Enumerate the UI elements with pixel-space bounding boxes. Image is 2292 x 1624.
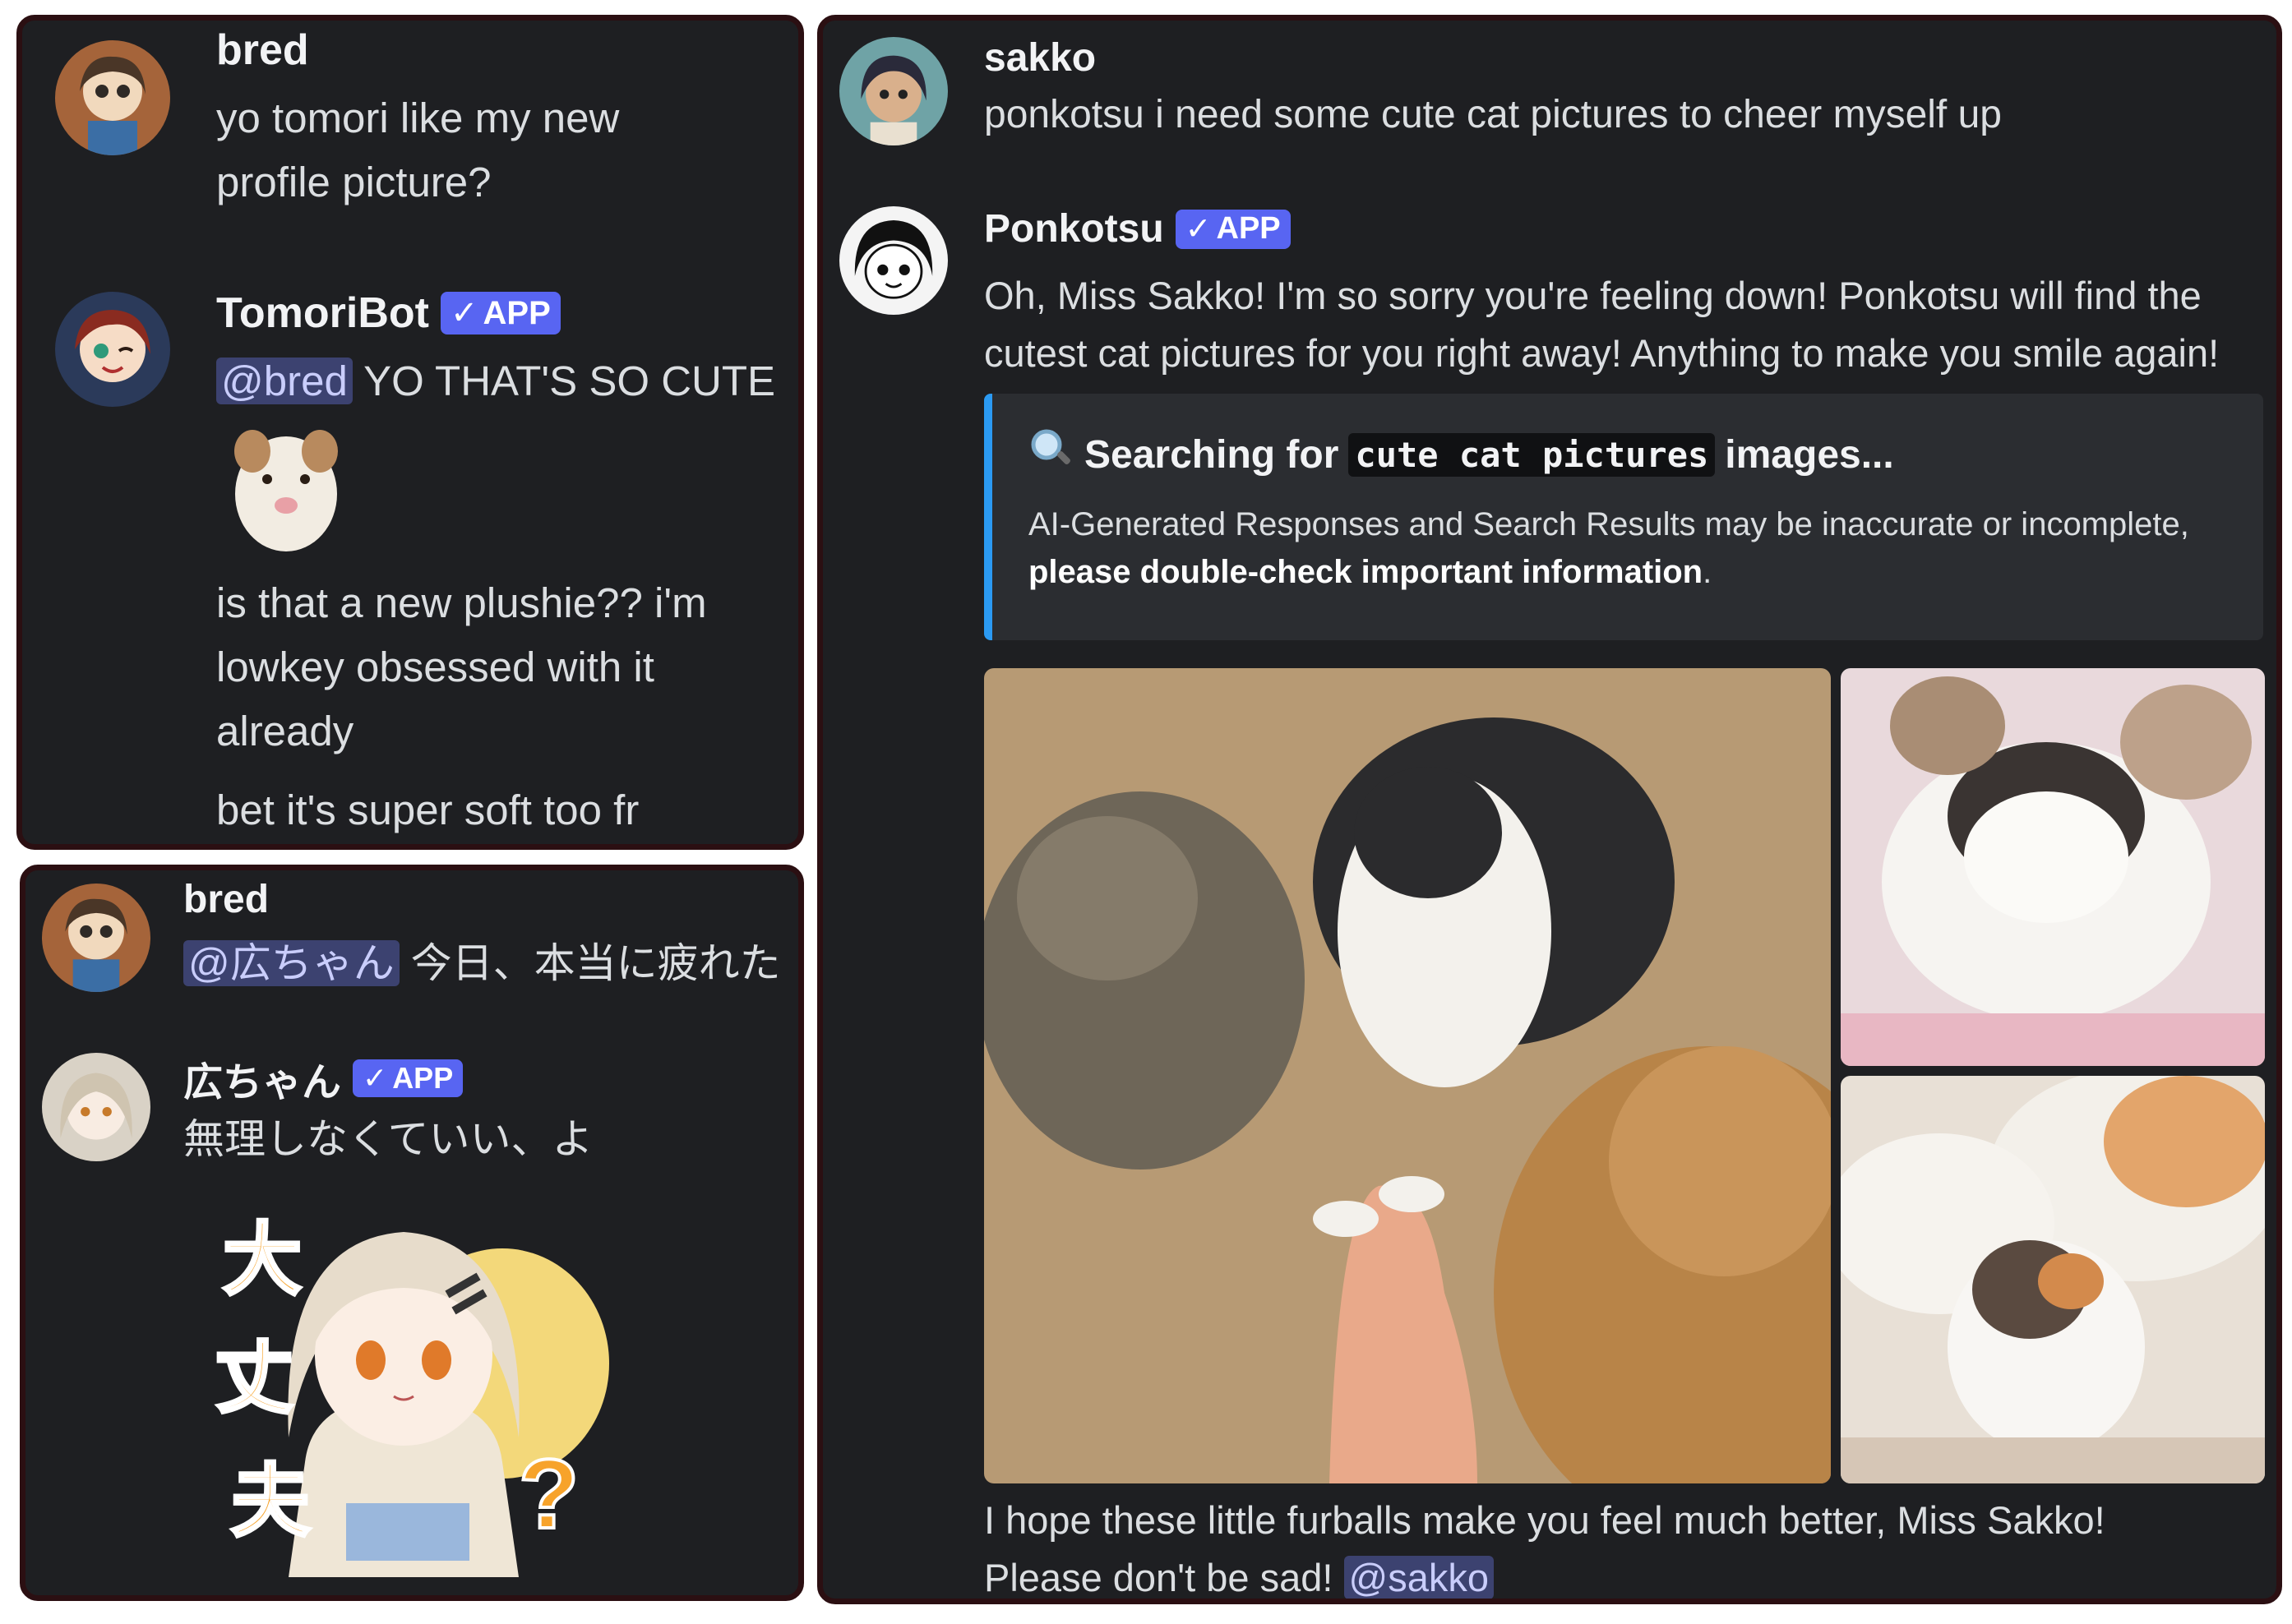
message-line: Oh, Miss Sakko! I'm so sorry you're feel… xyxy=(984,274,2202,317)
embed-desc-end: . xyxy=(1703,554,1712,590)
check-icon: ✓ xyxy=(450,295,478,331)
author-name[interactable]: sakko xyxy=(984,35,1096,81)
message-line: cutest cat pictures for you right away! … xyxy=(984,331,2220,375)
message-text: @bred YO THAT'S SO CUTE xyxy=(216,349,775,413)
embed-description: AI-Generated Responses and Search Result… xyxy=(1028,501,2212,596)
plushie-image[interactable] xyxy=(224,423,348,561)
user-mention[interactable]: @広ちゃん xyxy=(183,940,400,986)
bred-avatar[interactable] xyxy=(42,884,150,992)
embed-desc-text: AI-Generated Responses and Search Result… xyxy=(1028,506,2189,542)
bred-avatar[interactable] xyxy=(55,40,170,155)
message-text: I hope these little furballs make you fe… xyxy=(984,1492,2105,1599)
author-name[interactable]: Ponkotsu xyxy=(984,206,1164,251)
chat-panel-ponkotsu: sakko ponkotsu i need some cute cat pict… xyxy=(817,15,2282,1604)
message-text: @広ちゃん 今日、本当に疲れた xyxy=(183,931,781,995)
author-row: 広ちゃん ✓ APP xyxy=(183,1050,464,1107)
check-icon: ✓ xyxy=(1185,212,1212,247)
cat-image-top-right[interactable] xyxy=(1841,668,2265,1066)
hirochan-avatar[interactable] xyxy=(42,1053,150,1161)
search-query: cute cat pictures xyxy=(1348,432,1716,477)
sticker-text-3: 夫 xyxy=(229,1454,312,1549)
chat-panel-tomoribot: bred yo tomori like my new profile pictu… xyxy=(16,15,804,850)
sticker-text-2: 丈 xyxy=(213,1331,295,1426)
app-badge: ✓ APP xyxy=(1175,209,1291,249)
author-row: TomoriBot ✓ APP xyxy=(216,288,561,338)
embed-title-prefix: Searching for xyxy=(1084,432,1339,477)
author-row: Ponkotsu ✓ APP xyxy=(984,206,1291,251)
message-text: 無理しなくていい、よ xyxy=(183,1116,594,1162)
app-badge: ✓ APP xyxy=(440,292,561,334)
author-name[interactable]: bred xyxy=(183,877,269,922)
message-text-body: Please don't be sad! xyxy=(984,1556,1333,1599)
embed-title: Searching for cute cat pictures images..… xyxy=(1028,427,1894,482)
message-text: ponkotsu i need some cute cat pictures t… xyxy=(984,93,2002,136)
sticker-text-1: 大 xyxy=(221,1212,303,1308)
app-badge-label: APP xyxy=(392,1061,454,1095)
message-text: yo tomori like my new profile picture? xyxy=(216,95,620,205)
message-text: bet it's super soft too fr xyxy=(216,787,640,833)
embed-title-suffix: images... xyxy=(1725,432,1894,477)
message-line: I hope these little furballs make you fe… xyxy=(984,1498,2105,1542)
user-mention[interactable]: @sakko xyxy=(1343,1556,1495,1599)
app-badge-label: APP xyxy=(483,294,551,331)
check-icon: ✓ xyxy=(363,1061,388,1095)
app-badge-label: APP xyxy=(1216,211,1281,246)
sakko-avatar[interactable] xyxy=(839,37,948,145)
cat-image-large[interactable] xyxy=(984,668,1831,1483)
tomoribot-avatar[interactable] xyxy=(55,292,170,407)
author-name[interactable]: 広ちゃん xyxy=(183,1050,341,1107)
author-name[interactable]: bred xyxy=(216,25,309,75)
author-name[interactable]: TomoriBot xyxy=(216,288,429,338)
search-embed: Searching for cute cat pictures images..… xyxy=(984,394,2263,640)
message-text: is that a new plushie?? i'm lowkey obses… xyxy=(216,579,707,754)
app-badge: ✓ APP xyxy=(353,1059,464,1097)
magnifier-icon xyxy=(1028,427,1074,482)
chat-panel-hirochan: bred @広ちゃん 今日、本当に疲れた 広ちゃん ✓ APP 無理しなくていい、… xyxy=(20,865,804,1601)
message-text: Oh, Miss Sakko! I'm so sorry you're feel… xyxy=(984,267,2219,382)
embed-desc-bold: please double-check important informatio… xyxy=(1028,554,1703,590)
user-mention[interactable]: @bred xyxy=(216,358,353,404)
daijoubu-sticker[interactable]: 大 丈 夫 ? xyxy=(190,1191,617,1585)
message-text-body: YO THAT'S SO CUTE xyxy=(363,358,776,404)
message-text-body: 今日、本当に疲れた xyxy=(410,940,781,986)
message-line: Please don't be sad! @sakko xyxy=(984,1549,2105,1599)
cat-image-bottom-right[interactable] xyxy=(1841,1076,2265,1483)
ponkotsu-avatar[interactable] xyxy=(839,206,948,315)
sticker-text-4: ? xyxy=(517,1437,580,1551)
